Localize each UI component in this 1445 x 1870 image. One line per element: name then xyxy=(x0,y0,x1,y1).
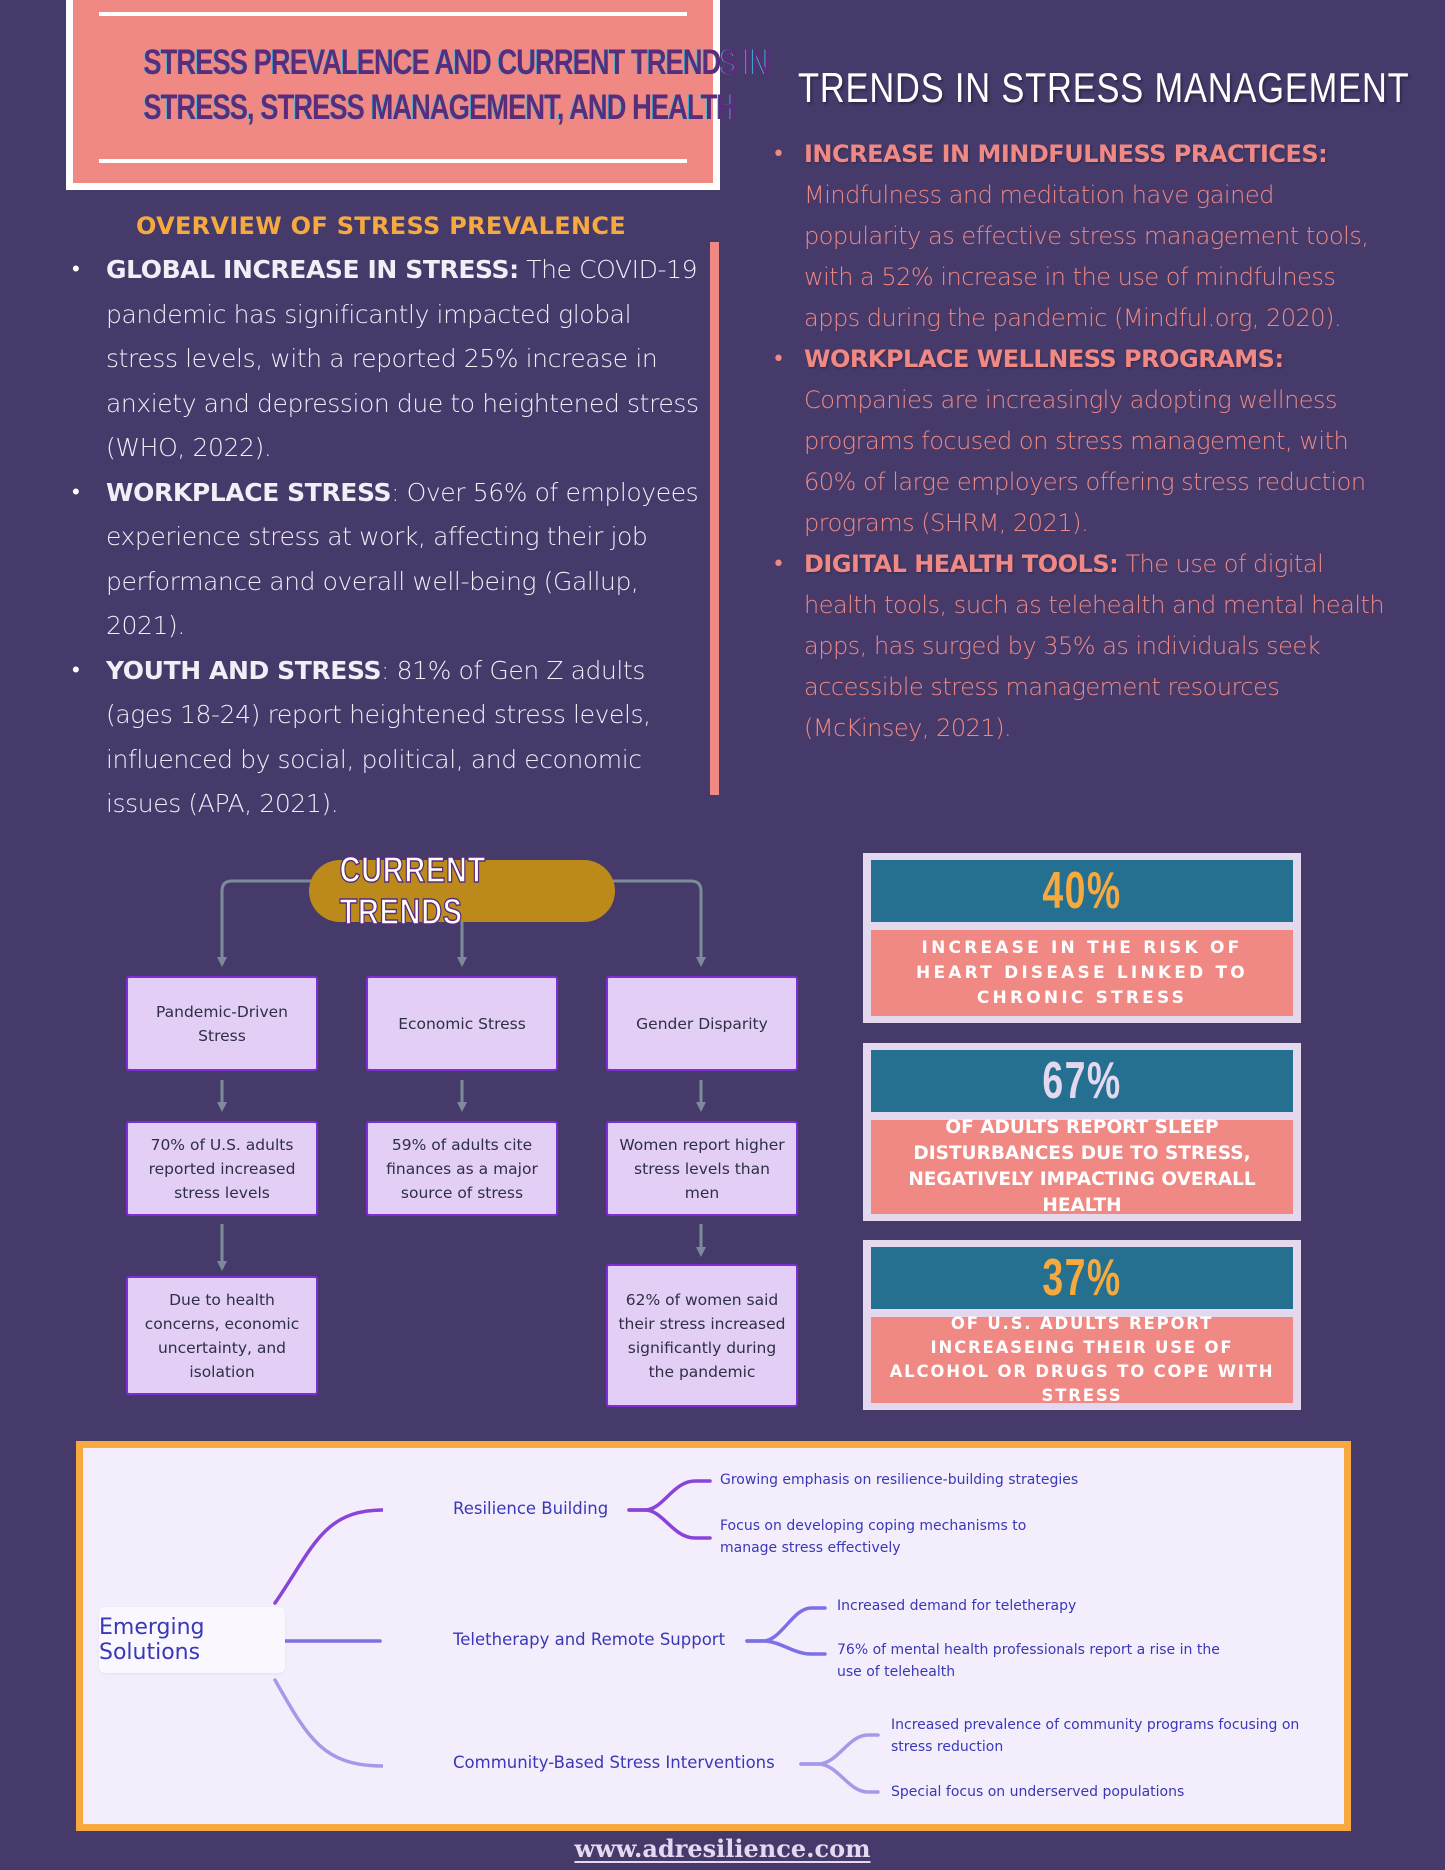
overview-item-label: WORKPLACE STRESS xyxy=(106,477,392,507)
mindmap-leaf: Focus on developing coping mechanisms to… xyxy=(720,1518,1027,1556)
mindmap-leaf: 76% of mental health professionals repor… xyxy=(837,1642,1220,1680)
management-item: WORKPLACE WELLNESS PROGRAMS: Companies ar… xyxy=(770,339,1390,544)
overview-item: YOUTH AND STRESS: 81% of Gen Z adults (a… xyxy=(70,649,700,827)
mindmap-edge xyxy=(745,1606,827,1643)
trend-detail: 70% of U.S. adults reported increased st… xyxy=(148,1135,296,1202)
stat-value-bar: 37% xyxy=(871,1247,1293,1309)
trend-sub: 62% of women said their stress increased… xyxy=(618,1290,786,1381)
mindmap-edge xyxy=(273,1678,384,1768)
column-divider xyxy=(710,242,719,795)
management-item-text: Mindfulness and meditation have gained p… xyxy=(804,181,1369,332)
current-trends-badge: CURRENT TRENDS xyxy=(309,848,615,933)
stat-value-bar: 40% xyxy=(871,860,1293,922)
overview-item-text: The COVID-19 pandemic has significantly … xyxy=(106,255,699,462)
mindmap-branch: Teletherapy and Remote Support xyxy=(453,1630,726,1649)
stat-description-panel: INCREASE IN THE RISK OF HEART DISEASE LI… xyxy=(871,930,1293,1016)
management-item-text: Companies are increasingly adopting well… xyxy=(804,386,1366,537)
website-link[interactable]: www.adresilience.com xyxy=(574,1834,870,1863)
management-list: INCREASE IN MINDFULNESS PRACTICES: Mindfu… xyxy=(770,134,1390,749)
stat-value: 37% xyxy=(1042,1249,1122,1307)
mindmap-leaf: Growing emphasis on resilience-building … xyxy=(720,1472,1079,1488)
mindmap-edge xyxy=(273,1508,384,1605)
mindmap-edge xyxy=(799,1762,880,1794)
overview-item-label: GLOBAL INCREASE IN STRESS: xyxy=(106,255,519,284)
stat-description-panel: OF ADULTS REPORT SLEEP DISTURBANCES DUE … xyxy=(871,1117,1293,1216)
mindmap-edge xyxy=(799,1733,880,1766)
trend-heading-box: Pandemic-Driven Stress xyxy=(126,976,318,1071)
stat-value-bar: 67% xyxy=(871,1050,1293,1112)
header-panel: STRESS PREVALENCE AND CURRENT TRENDS IN … xyxy=(73,0,771,183)
mindmap-edge xyxy=(745,1639,827,1656)
footer: www.adresilience.com xyxy=(0,1834,1445,1863)
mindmap-branch: Resilience Building xyxy=(453,1499,609,1518)
management-item-label: DIGITAL HEALTH TOOLS: xyxy=(804,550,1119,578)
stat-card: 67% OF ADULTS REPORT SLEEP DISTURBANCES … xyxy=(863,1043,1301,1221)
management-item-text: The use of digital health tools, such as… xyxy=(804,550,1385,742)
trend-heading: Gender Disparity xyxy=(636,1014,768,1033)
emerging-solutions-panel: Emerging Solutions Resilience Building T… xyxy=(76,1441,1351,1831)
stat-value: 67% xyxy=(1042,1052,1122,1110)
stat-card: 37% OF U.S. ADULTS REPORT INCREASEING TH… xyxy=(863,1240,1301,1410)
mindmap-edge xyxy=(627,1479,712,1512)
overview-item-label: YOUTH AND STRESS xyxy=(106,655,382,685)
trend-detail: 59% of adults cite finances as a major s… xyxy=(386,1135,538,1202)
trend-sub: Due to health concerns, economic uncerta… xyxy=(144,1290,300,1381)
stat-description: INCREASE IN THE RISK OF HEART DISEASE LI… xyxy=(916,937,1248,1008)
header-top-rule xyxy=(99,12,687,16)
page-title-line-1: STRESS PREVALENCE AND CURRENT TRENDS IN xyxy=(143,43,770,82)
trend-detail: Women report higher stress levels than m… xyxy=(619,1135,785,1202)
trend-heading-box: Gender Disparity xyxy=(606,976,798,1071)
mindmap-leaf: Increased prevalence of community progra… xyxy=(891,1717,1300,1755)
management-item: INCREASE IN MINDFULNESS PRACTICES: Mindfu… xyxy=(770,134,1390,339)
trend-heading-box: Economic Stress xyxy=(366,976,558,1071)
stat-description: OF ADULTS REPORT SLEEP DISTURBANCES DUE … xyxy=(908,1117,1256,1216)
trend-detail-box: 59% of adults cite finances as a major s… xyxy=(366,1121,558,1216)
stat-description: OF U.S. ADULTS REPORT INCREASEING THEIR … xyxy=(889,1314,1275,1405)
current-trends-title: CURRENT TRENDS xyxy=(339,848,486,933)
connector-arrow xyxy=(217,879,320,967)
mindmap-branch: Community-Based Stress Interventions xyxy=(453,1753,775,1772)
overview-item: WORKPLACE STRESS: Over 56% of employees … xyxy=(70,471,700,649)
page-title-line-2: STRESS, STRESS MANAGEMENT, AND HEALTH xyxy=(143,88,736,127)
mindmap-root: Emerging Solutions xyxy=(99,1607,285,1673)
header-bottom-rule xyxy=(99,159,687,163)
mindmap-edge xyxy=(627,1508,712,1540)
stat-description-panel: OF U.S. ADULTS REPORT INCREASEING THEIR … xyxy=(871,1314,1293,1405)
trend-heading: Economic Stress xyxy=(398,1014,526,1033)
connector-arrow xyxy=(605,879,706,967)
management-item: DIGITAL HEALTH TOOLS: The use of digital… xyxy=(770,544,1390,749)
mindmap-leaf: Special focus on underserved populations xyxy=(891,1784,1185,1800)
stat-value: 40% xyxy=(1042,862,1122,920)
overview-list: GLOBAL INCREASE IN STRESS: The COVID-19 … xyxy=(70,248,700,827)
stat-card: 40% INCREASE IN THE RISK OF HEART DISEAS… xyxy=(863,853,1301,1023)
trend-heading: Pandemic-Driven Stress xyxy=(155,1002,288,1045)
management-item-label: INCREASE IN MINDFULNESS PRACTICES: xyxy=(804,140,1328,168)
trend-detail-box: 70% of U.S. adults reported increased st… xyxy=(126,1121,318,1216)
overview-item: GLOBAL INCREASE IN STRESS: The COVID-19 … xyxy=(70,248,700,471)
trend-sub-box: 62% of women said their stress increased… xyxy=(606,1264,798,1407)
page-title: STRESS PREVALENCE AND CURRENT TRENDS IN … xyxy=(143,40,770,130)
management-item-label: WORKPLACE WELLNESS PROGRAMS: xyxy=(804,345,1284,373)
header-card: STRESS PREVALENCE AND CURRENT TRENDS IN … xyxy=(66,0,771,190)
overview-heading: OVERVIEW OF STRESS PREVALENCE xyxy=(136,212,626,240)
trend-detail-box: Women report higher stress levels than m… xyxy=(606,1121,798,1216)
mindmap-leaf: Increased demand for teletherapy xyxy=(837,1598,1077,1614)
management-heading: TRENDS IN STRESS MANAGEMENT xyxy=(798,64,1410,111)
trend-sub-box: Due to health concerns, economic uncerta… xyxy=(126,1276,318,1395)
